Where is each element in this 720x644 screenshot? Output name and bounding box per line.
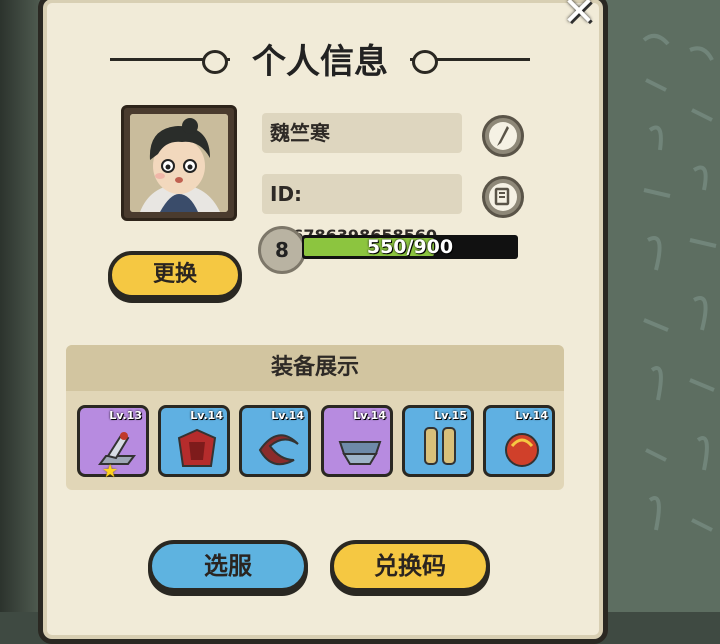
- orb-icon: [505, 433, 539, 467]
- copy-icon: [489, 183, 517, 211]
- equipment-slot[interactable]: Lv.14: [483, 405, 555, 477]
- red-ring-icon: [258, 434, 299, 466]
- level-badge: 8: [258, 226, 306, 274]
- copy-id-icon[interactable]: [482, 176, 524, 218]
- xp-text: 550/900: [366, 236, 454, 258]
- equipment-slot[interactable]: Lv.15: [402, 405, 474, 477]
- redeem-code-button[interactable]: 兑换码: [330, 540, 490, 592]
- title-bar: 个人信息: [110, 30, 530, 84]
- brush-icon: [489, 122, 517, 150]
- select-server-button[interactable]: 选服: [148, 540, 308, 592]
- player-name: 魏竺寒: [270, 121, 330, 145]
- id-label: ID:: [270, 182, 303, 206]
- calligraphy-strokes-2: [689, 46, 717, 532]
- calligraphy-strokes: [642, 33, 671, 531]
- profile-panel: [38, 0, 608, 644]
- page-title: 个人信息: [252, 42, 388, 82]
- equipment-slot[interactable]: Lv.14: [158, 405, 230, 477]
- equipment-slot[interactable]: Lv.14: [321, 405, 393, 477]
- background-left: [0, 0, 40, 612]
- calligraphy-decoration: [636, 20, 676, 593]
- close-icon[interactable]: ✕: [556, 0, 602, 32]
- xp-bar: 550/900: [302, 235, 518, 259]
- leg-armor-icon: [424, 427, 456, 465]
- avatar-portrait-icon: [130, 114, 228, 212]
- edit-name-icon[interactable]: [482, 115, 524, 157]
- equipment-slot[interactable]: Lv.14: [239, 405, 311, 477]
- calligraphy-decoration-2: [682, 30, 720, 603]
- avatar-frame[interactable]: [121, 105, 237, 221]
- player-name-field: 魏竺寒: [262, 113, 462, 153]
- background-right: [596, 0, 720, 612]
- change-avatar-button[interactable]: 更换: [108, 251, 242, 299]
- equipment-slot[interactable]: Lv.13 ★: [77, 405, 149, 482]
- star-icon: ★: [102, 461, 119, 482]
- avatar: [130, 114, 228, 212]
- shoulder-guard-icon: [338, 441, 382, 465]
- equipment-title: 装备展示: [66, 345, 564, 391]
- player-id-field: ID: 366786398658560: [262, 174, 462, 245]
- red-armor-icon: [177, 428, 217, 467]
